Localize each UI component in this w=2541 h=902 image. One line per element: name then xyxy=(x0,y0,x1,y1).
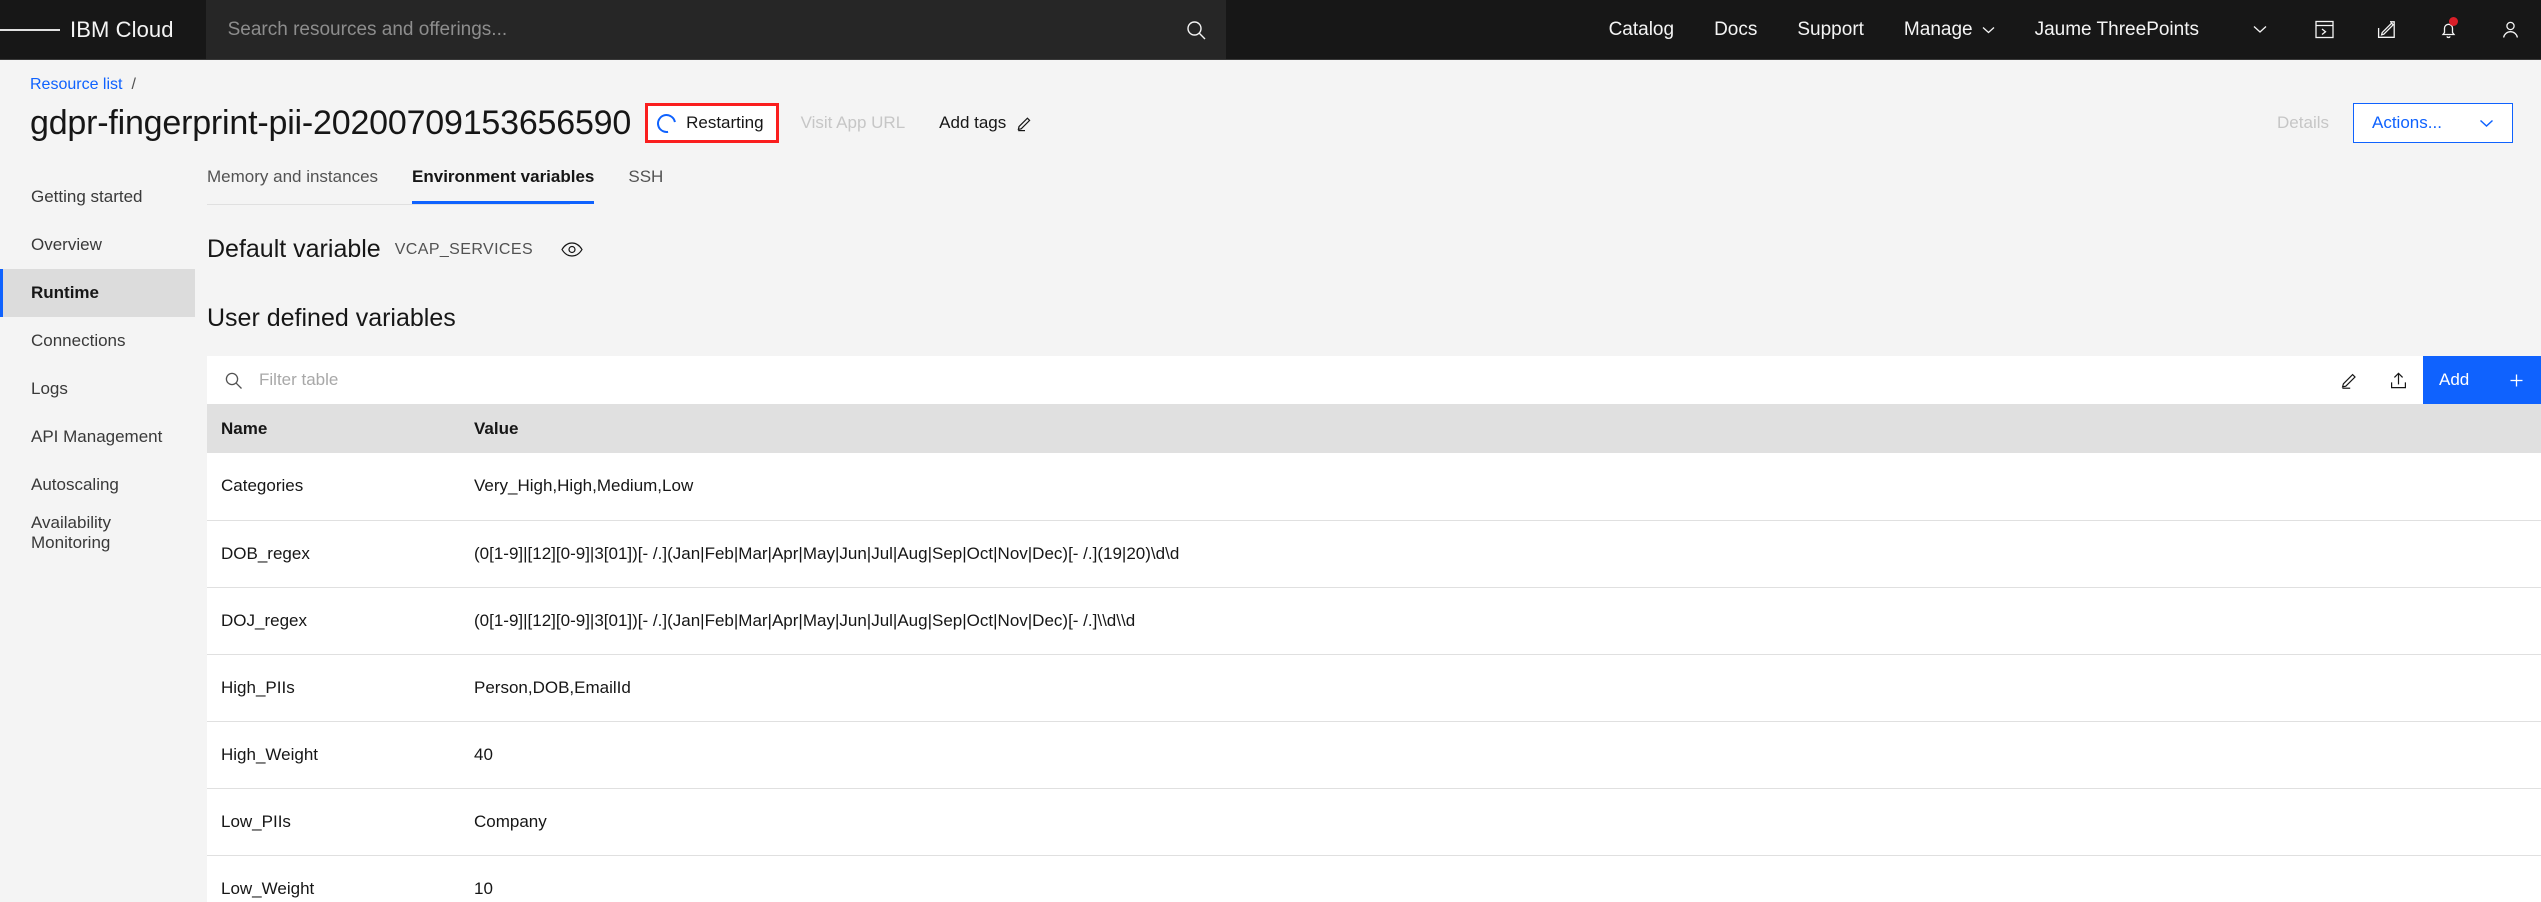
add-tags-button[interactable]: Add tags xyxy=(939,113,1033,133)
environment-variables-table: Name Value Categories Very_High,High,Med… xyxy=(207,405,2541,902)
table-header-row: Name Value xyxy=(207,405,2541,453)
upload-icon[interactable] xyxy=(2374,356,2423,404)
default-variable-section: Default variable VCAP_SERVICES xyxy=(207,235,2541,264)
plus-icon xyxy=(2510,374,2523,386)
cell-variable-name: Low_PIIs xyxy=(207,788,460,856)
status-label: Restarting xyxy=(686,113,764,132)
default-variable-heading: Default variable xyxy=(207,235,381,263)
breadcrumb-resource-list[interactable]: Resource list xyxy=(30,76,122,94)
column-header-name[interactable]: Name xyxy=(207,405,460,453)
cell-variable-name: Low_Weight xyxy=(207,855,460,902)
page-header: Resource list / gdpr-fingerprint-pii-202… xyxy=(0,60,2541,143)
edit-pencil-icon xyxy=(1017,116,1031,131)
tab-environment-variables[interactable]: Environment variables xyxy=(412,163,595,204)
add-tags-label: Add tags xyxy=(939,113,1007,132)
table-row[interactable]: DOJ_regex (0[1-9]|[12][0-9]|3[01])[- /.]… xyxy=(207,587,2541,655)
table-toolbar: Add xyxy=(207,356,2541,405)
brand-label: IBM Cloud xyxy=(70,16,174,42)
hamburger-menu-icon[interactable] xyxy=(0,0,60,59)
cell-variable-name: DOJ_regex xyxy=(207,587,460,655)
table-row[interactable]: High_Weight 40 xyxy=(207,721,2541,789)
sidebar-item-runtime[interactable]: Runtime xyxy=(0,269,195,317)
breadcrumb-separator: / xyxy=(131,76,136,93)
filter-area xyxy=(207,356,2325,404)
eye-icon[interactable] xyxy=(561,242,583,257)
sidebar-nav: Getting started Overview Runtime Connect… xyxy=(0,163,195,902)
user-defined-heading: User defined variables xyxy=(207,304,456,332)
edit-pencil-icon[interactable] xyxy=(2325,356,2374,404)
nav-item-docs[interactable]: Docs xyxy=(1694,0,1777,59)
sidebar-item-api-management[interactable]: API Management xyxy=(0,413,195,461)
cell-variable-name: Categories xyxy=(207,453,460,521)
search-input[interactable] xyxy=(205,18,1166,41)
table-row[interactable]: Low_PIIs Company xyxy=(207,788,2541,856)
title-actions: Details Actions... xyxy=(2277,103,2513,143)
table-row[interactable]: Low_Weight 10 xyxy=(207,855,2541,902)
tab-memory-and-instances[interactable]: Memory and instances xyxy=(207,163,378,204)
sidebar-item-overview[interactable]: Overview xyxy=(0,221,195,269)
loading-spinner-icon xyxy=(653,109,680,137)
cell-variable-name: High_PIIs xyxy=(207,654,460,722)
main-content: Memory and instances Environment variabl… xyxy=(195,163,2541,902)
details-link: Details xyxy=(2277,113,2329,132)
sidebar-item-connections[interactable]: Connections xyxy=(0,317,195,365)
ibm-cloud-logo[interactable]: IBM Cloud xyxy=(60,0,196,59)
sidebar-item-getting-started[interactable]: Getting started xyxy=(0,173,195,221)
actions-dropdown-button[interactable]: Actions... xyxy=(2353,103,2513,143)
terminal-icon[interactable] xyxy=(2293,0,2355,59)
cell-variable-name: DOB_regex xyxy=(207,520,460,588)
notification-bell-icon[interactable] xyxy=(2417,0,2479,59)
default-variable-name: VCAP_SERVICES xyxy=(394,240,534,258)
cell-variable-value: (0[1-9]|[12][0-9]|3[01])[- /.](Jan|Feb|M… xyxy=(460,520,2541,588)
sidebar-item-availability-monitoring[interactable]: Availability Monitoring xyxy=(0,509,195,557)
search-icon xyxy=(225,372,242,389)
page-title: gdpr-fingerprint-pii-20200709153656590 xyxy=(30,103,632,142)
actions-label: Actions... xyxy=(2372,113,2442,132)
page-body: Getting started Overview Runtime Connect… xyxy=(0,163,2541,902)
global-search[interactable] xyxy=(205,0,1226,59)
status-badge: Restarting xyxy=(645,103,779,143)
notification-badge xyxy=(2449,17,2458,26)
chevron-down-icon xyxy=(2479,119,2494,127)
account-selector[interactable]: Jaume ThreePoints xyxy=(2015,0,2209,59)
table-row[interactable]: DOB_regex (0[1-9]|[12][0-9]|3[01])[- /.]… xyxy=(207,520,2541,588)
cell-variable-value: Company xyxy=(460,788,2541,856)
cell-variable-value: Very_High,High,Medium,Low xyxy=(460,453,2541,521)
tab-ssh[interactable]: SSH xyxy=(628,163,663,204)
cell-variable-value: (0[1-9]|[12][0-9]|3[01])[- /.](Jan|Feb|M… xyxy=(460,587,2541,655)
edit-icon[interactable] xyxy=(2355,0,2417,59)
add-variable-button[interactable]: Add xyxy=(2423,356,2541,404)
table-row[interactable]: High_PIIs Person,DOB,EmailId xyxy=(207,654,2541,722)
user-avatar-icon[interactable] xyxy=(2479,0,2541,59)
add-button-label: Add xyxy=(2439,370,2470,389)
tab-bar: Memory and instances Environment variabl… xyxy=(207,163,663,205)
search-icon[interactable] xyxy=(1166,19,1226,41)
sidebar-item-autoscaling[interactable]: Autoscaling xyxy=(0,461,195,509)
cell-variable-name: High_Weight xyxy=(207,721,460,789)
column-header-value[interactable]: Value xyxy=(460,405,2541,453)
cell-variable-value: 40 xyxy=(460,721,2541,789)
filter-table-input[interactable] xyxy=(259,370,2325,390)
chevron-down-icon xyxy=(1982,26,1995,33)
breadcrumb: Resource list / xyxy=(30,76,2541,94)
account-name: Jaume ThreePoints xyxy=(2034,18,2199,40)
sidebar-item-logs[interactable]: Logs xyxy=(0,365,195,413)
title-row: gdpr-fingerprint-pii-20200709153656590 R… xyxy=(30,103,2541,143)
nav-item-catalog[interactable]: Catalog xyxy=(1589,0,1695,59)
cell-variable-value: Person,DOB,EmailId xyxy=(460,654,2541,722)
nav-item-support[interactable]: Support xyxy=(1777,0,1884,59)
table-row[interactable]: Categories Very_High,High,Medium,Low xyxy=(207,453,2541,521)
global-header: IBM Cloud Catalog Docs Support Manage Ja… xyxy=(0,0,2541,60)
visit-app-url-link: Visit App URL xyxy=(800,113,906,132)
cell-variable-value: 10 xyxy=(460,855,2541,902)
account-chevron-down-icon[interactable] xyxy=(2209,0,2293,59)
header-nav: Catalog Docs Support Manage Jaume ThreeP… xyxy=(1589,0,2541,59)
nav-item-manage[interactable]: Manage xyxy=(1884,0,2015,59)
